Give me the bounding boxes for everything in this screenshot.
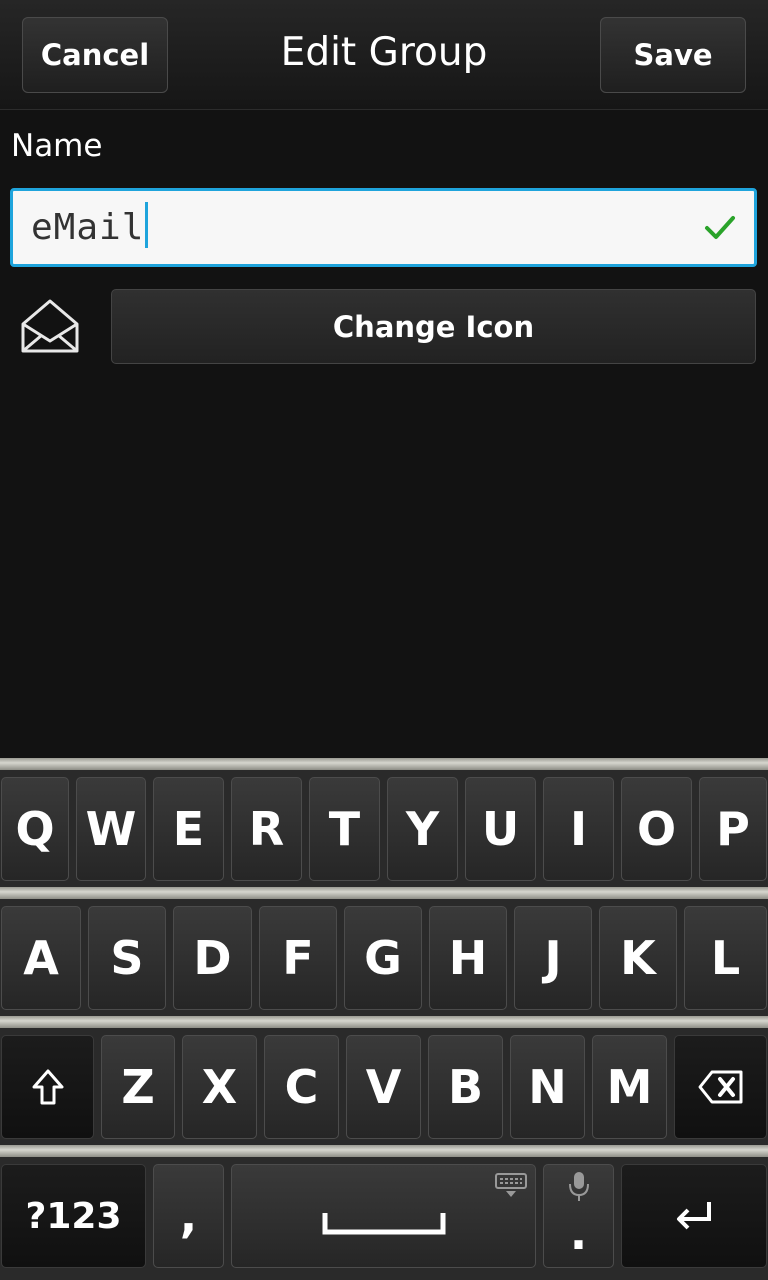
envelope-icon[interactable] [20,297,80,355]
mic-icon [569,1172,589,1201]
page-title: Edit Group [280,30,488,75]
key-b[interactable]: B [428,1035,503,1139]
key-g[interactable]: G [344,906,422,1010]
cancel-button[interactable]: Cancel [22,17,168,93]
key-l[interactable]: L [684,906,767,1010]
key-z[interactable]: Z [101,1035,175,1139]
key-t[interactable]: T [309,777,380,881]
enter-icon [677,1202,711,1230]
key-w[interactable]: W [76,777,146,881]
key-j[interactable]: J [514,906,592,1010]
key-p[interactable]: P [699,777,767,881]
keyboard-row-separator [0,1145,768,1157]
space-icon [322,1213,445,1235]
key-y[interactable]: Y [387,777,458,881]
key-s[interactable]: S [88,906,166,1010]
enter-key[interactable] [621,1164,767,1268]
key-i[interactable]: I [543,777,614,881]
key-h[interactable]: H [429,906,507,1010]
symbols-key[interactable]: ?123 [1,1164,146,1268]
key-c[interactable]: C [264,1035,339,1139]
name-value: eMail [31,207,145,248]
title-bar: Cancel Edit Group Save [0,0,768,110]
backspace-key[interactable] [674,1035,767,1139]
backspace-icon [698,1070,742,1104]
change-icon-button[interactable]: Change Icon [111,289,756,364]
name-field[interactable]: eMail [10,188,757,267]
key-f[interactable]: F [259,906,337,1010]
key-o[interactable]: O [621,777,692,881]
text-cursor [145,202,149,248]
virtual-keyboard: Q W E R T Y U I O P A S D F G H J K L Z … [0,758,768,1280]
check-icon [705,216,735,239]
keyboard-row-separator [0,758,768,770]
key-x[interactable]: X [182,1035,257,1139]
key-q[interactable]: Q [1,777,69,881]
period-label: . [569,1206,588,1260]
key-u[interactable]: U [465,777,536,881]
key-n[interactable]: N [510,1035,585,1139]
key-r[interactable]: R [231,777,302,881]
save-button[interactable]: Save [600,17,746,93]
shift-key[interactable] [1,1035,94,1139]
key-v[interactable]: V [346,1035,421,1139]
keyboard-row-separator [0,1016,768,1028]
name-label: Name [11,128,103,164]
shift-icon [32,1069,63,1105]
key-d[interactable]: D [173,906,252,1010]
key-e[interactable]: E [153,777,224,881]
key-m[interactable]: M [592,1035,667,1139]
space-key[interactable] [231,1164,536,1268]
comma-key[interactable]: , [153,1164,224,1268]
key-k[interactable]: K [599,906,677,1010]
keyboard-row-separator [0,887,768,899]
period-key[interactable]: . [543,1164,614,1268]
key-a[interactable]: A [1,906,81,1010]
keyboard-icon [495,1173,527,1197]
